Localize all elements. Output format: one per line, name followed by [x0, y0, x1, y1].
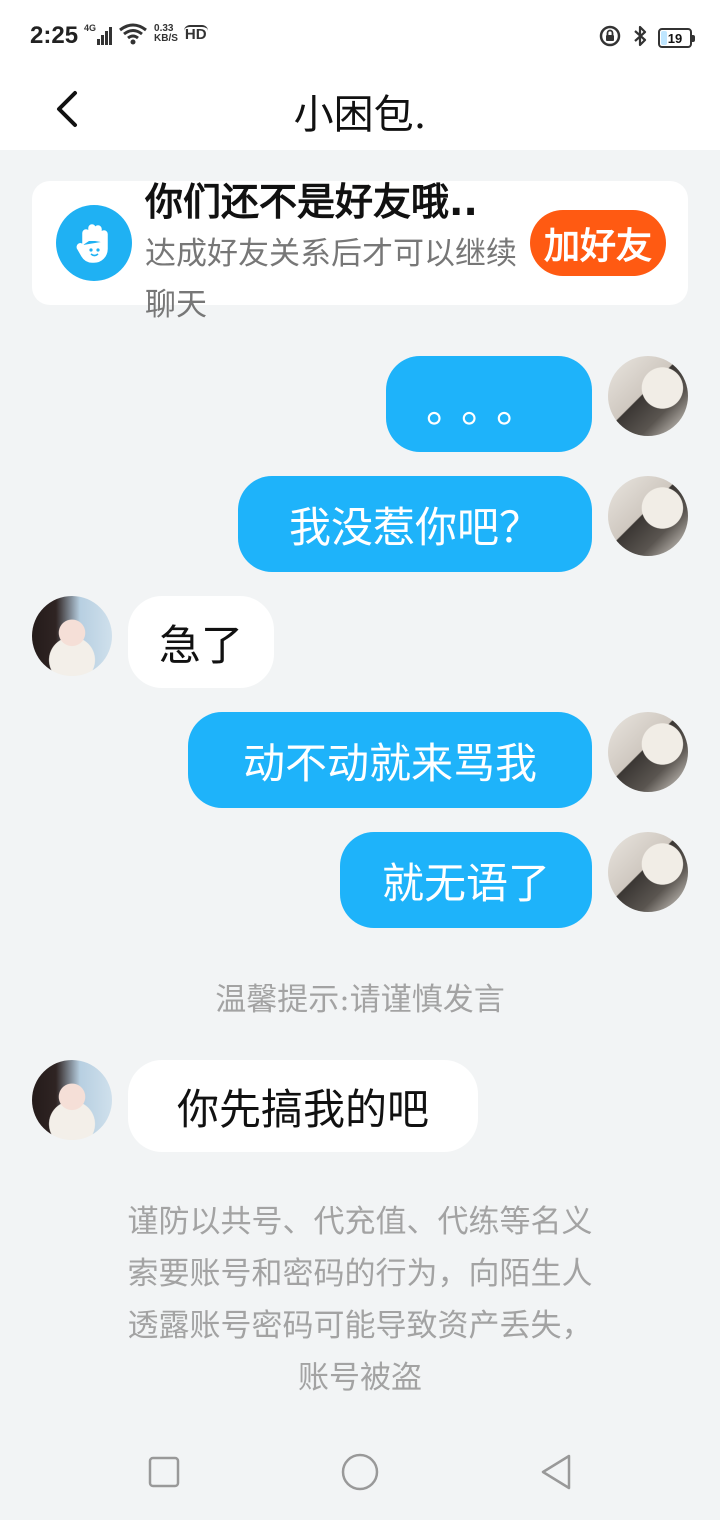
status-time: 2:25 — [30, 22, 79, 49]
hd-badge: HD — [183, 25, 208, 43]
message-bubble[interactable]: 你先搞我的吧 — [128, 1060, 478, 1152]
status-right-icons: 19 — [598, 24, 695, 52]
battery-level: 19 — [667, 30, 683, 46]
security-notice-line: 索要账号和密码的行为，向陌生人 — [127, 1256, 593, 1292]
home-button[interactable] — [338, 1450, 382, 1494]
message-bubble[interactable]: 。。。 — [386, 356, 592, 452]
recents-button[interactable] — [144, 1452, 184, 1492]
back-nav-button[interactable] — [536, 1452, 576, 1492]
status-left-icons: 4G 0.33 KB/S HD — [84, 23, 208, 45]
message-bubble[interactable]: 我没惹你吧？ — [238, 476, 592, 572]
network-type: 4G — [84, 23, 97, 33]
security-notice: 谨防以共号、代充值、代练等名义 索要账号和密码的行为，向陌生人 透露账号密码可能… — [0, 1196, 720, 1404]
not-friend-subtitle: 达成好友关系后才可以继续聊天 — [145, 236, 517, 323]
square-icon — [148, 1456, 180, 1488]
add-friend-button[interactable]: 加好友 — [530, 210, 666, 276]
cellular-signal-icon: 4G — [84, 23, 113, 45]
security-notice-line: 谨防以共号、代充值、代练等名义 — [127, 1204, 593, 1240]
contact-avatar[interactable] — [32, 1060, 112, 1140]
message-bubble[interactable]: 就无语了 — [340, 832, 592, 928]
security-notice-line: 透露账号密码可能导致资产丢失， — [127, 1308, 593, 1344]
security-notice-line: 账号被盗 — [298, 1360, 422, 1396]
circle-icon — [341, 1453, 379, 1491]
contact-avatar[interactable] — [32, 596, 112, 676]
message-bubble[interactable]: 急了 — [128, 596, 274, 688]
not-friend-card: 你们还不是好友哦.. 达成好友关系后才可以继续聊天 加好友 — [32, 180, 688, 323]
wifi-icon — [118, 23, 148, 45]
my-avatar[interactable] — [608, 356, 688, 436]
network-speed: 0.33 KB/S — [154, 24, 178, 44]
chat-header: 小困包. — [0, 72, 720, 150]
battery-icon: 19 — [658, 28, 695, 48]
warm-tip: 温馨提示:请谨慎发言 — [215, 982, 505, 1018]
hand-wave-icon — [56, 205, 132, 281]
speed-unit: KB/S — [154, 33, 178, 44]
my-avatar[interactable] — [608, 476, 688, 556]
rotation-lock-icon — [598, 24, 622, 52]
status-bar: 2:25 4G 0.33 KB/S HD 19 — [0, 0, 720, 72]
my-avatar[interactable] — [608, 712, 688, 792]
triangle-back-icon — [541, 1454, 571, 1490]
bluetooth-icon — [632, 24, 648, 52]
message-bubble[interactable]: 动不动就来骂我 — [188, 712, 592, 808]
system-nav-bar — [0, 1424, 720, 1520]
my-avatar[interactable] — [608, 832, 688, 912]
chat-title: 小困包. — [293, 92, 427, 138]
not-friend-title: 你们还不是好友哦.. — [145, 180, 478, 224]
